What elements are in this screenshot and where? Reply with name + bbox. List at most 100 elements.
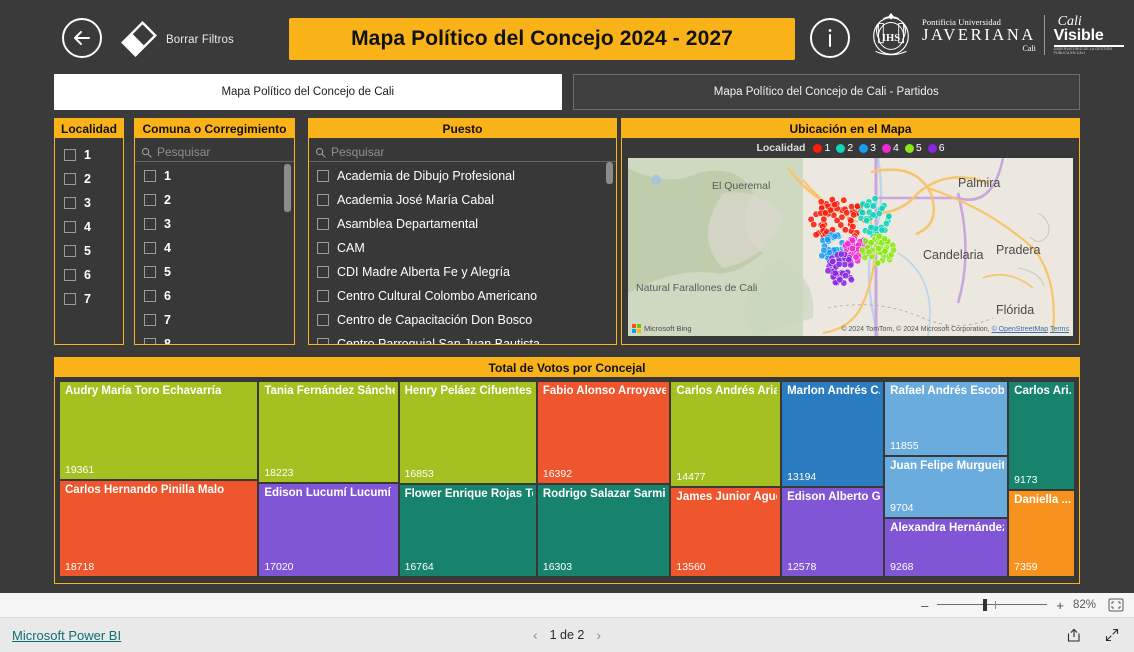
treemap-tile[interactable]: Carlos Andrés Aria... 14477 (671, 382, 781, 486)
map-attribution-text: © 2024 TomTom, © 2024 Microsoft Corporat… (841, 326, 990, 333)
slicer-puesto-body: Pesquisar Academia de Dibujo Profesional… (309, 138, 616, 344)
treemap-tile[interactable]: Henry Peláez Cifuentes 16853 (399, 382, 536, 483)
slicer-puesto-list[interactable]: Academia de Dibujo Profesional Academia J… (309, 164, 616, 344)
zoom-slider-thumb[interactable] (983, 599, 988, 611)
map-legend-item[interactable]: 5 (904, 142, 922, 154)
checkbox-icon[interactable] (64, 149, 76, 161)
checkbox-icon[interactable] (317, 266, 329, 278)
slicer-localidad-list[interactable]: 1 2 3 4 5 6 7 (55, 138, 123, 344)
localidad-item[interactable]: 5 (55, 239, 123, 263)
comuna-item[interactable]: 3 (135, 212, 294, 236)
checkbox-icon[interactable] (144, 338, 156, 344)
puesto-item[interactable]: Asamblea Departamental (309, 212, 616, 236)
checkbox-icon[interactable] (64, 245, 76, 257)
map-legend-item[interactable]: 3 (859, 142, 876, 154)
comuna-item[interactable]: 5 (135, 260, 294, 284)
treemap-tile[interactable]: James Junior Agud... 13560 (671, 488, 781, 576)
chevron-left-icon[interactable]: ‹ (533, 627, 538, 643)
puesto-item[interactable]: Academia de Dibujo Profesional (309, 164, 616, 188)
checkbox-icon[interactable] (144, 290, 156, 302)
comuna-item[interactable]: 1 (135, 164, 294, 188)
puesto-scrollbar-thumb[interactable] (606, 162, 613, 184)
checkbox-icon[interactable] (144, 218, 156, 230)
puesto-item[interactable]: Centro Cultural Colombo Americano (309, 284, 616, 308)
checkbox-icon[interactable] (64, 269, 76, 281)
chevron-right-icon[interactable]: › (596, 627, 601, 643)
treemap-tile[interactable]: Juan Felipe Murgueit... 9704 (885, 457, 1008, 517)
terms-link[interactable]: Terms (1050, 326, 1069, 333)
back-arrow-icon[interactable] (62, 18, 102, 58)
treemap-tile[interactable]: Carlos Ari... 9173 (1009, 382, 1074, 489)
slicer-comuna-list[interactable]: 1 2 3 4 5 6 7 8 (135, 164, 294, 344)
treemap-tile[interactable]: Flower Enrique Rojas To... 16764 (399, 485, 536, 576)
puesto-item[interactable]: Academia José María Cabal (309, 188, 616, 212)
zoom-slider[interactable] (937, 599, 1048, 611)
treemap-tile[interactable]: Tania Fernández Sánchez 18223 (259, 382, 398, 482)
map-legend-item[interactable]: 1 (813, 142, 830, 154)
checkbox-icon[interactable] (144, 242, 156, 254)
localidad-item[interactable]: 3 (55, 191, 123, 215)
openstreetmap-link[interactable]: © OpenStreetMap (992, 326, 1049, 333)
comuna-item[interactable]: 7 (135, 308, 294, 332)
checkbox-icon[interactable] (317, 314, 329, 326)
puesto-item[interactable]: Centro Parroquial San Juan Bautista (309, 332, 616, 344)
localidad-item[interactable]: 7 (55, 287, 123, 311)
map-legend-item[interactable]: 2 (836, 142, 853, 154)
comuna-item[interactable]: 2 (135, 188, 294, 212)
checkbox-icon[interactable] (317, 218, 329, 230)
treemap-tile[interactable]: Edison Alberto Gi... 12578 (782, 488, 884, 576)
checkbox-icon[interactable] (144, 314, 156, 326)
comuna-item[interactable]: 4 (135, 236, 294, 260)
checkbox-icon[interactable] (317, 170, 329, 182)
checkbox-icon[interactable] (317, 242, 329, 254)
checkbox-icon[interactable] (64, 197, 76, 209)
share-icon[interactable] (1066, 627, 1082, 643)
treemap-tile[interactable]: Rodrigo Salazar Sarmi... 16303 (537, 485, 670, 576)
checkbox-icon[interactable] (64, 221, 76, 233)
fullscreen-icon[interactable] (1104, 627, 1120, 643)
map-legend-item[interactable]: 4 (882, 142, 899, 154)
localidad-item[interactable]: 6 (55, 263, 123, 287)
localidad-item[interactable]: 4 (55, 215, 123, 239)
checkbox-icon[interactable] (64, 173, 76, 185)
puesto-search-input[interactable]: Pesquisar (309, 143, 616, 162)
treemap-tile[interactable]: Marlon Andrés C... 13194 (782, 382, 884, 486)
eraser-icon[interactable] (118, 18, 160, 60)
treemap-tile[interactable]: Alexandra Hernández... 9268 (885, 519, 1008, 576)
checkbox-icon[interactable] (64, 293, 76, 305)
treemap-tile[interactable]: Daniella ... 7359 (1009, 491, 1074, 576)
map-legend-item[interactable]: 6 (927, 142, 945, 154)
tab-mapa-politico-concejo-cali-partidos[interactable]: Mapa Político del Concejo de Cali - Part… (572, 74, 1080, 110)
clear-filters-label[interactable]: Borrar Filtros (166, 34, 234, 46)
treemap-tile[interactable]: Fabio Alonso Arroyave ... 16392 (537, 382, 670, 483)
checkbox-icon[interactable] (317, 194, 329, 206)
comuna-item[interactable]: 8 (135, 332, 294, 344)
treemap-tile[interactable]: Audry María Toro Echavarría 19361 (60, 382, 258, 479)
treemap-tile[interactable]: Rafael Andrés Escoba... 11855 (885, 382, 1008, 455)
legend-label: 4 (893, 142, 899, 154)
comuna-item-label: 6 (164, 289, 171, 303)
puesto-item[interactable]: CDI Madre Alberta Fe y Alegría (309, 260, 616, 284)
zoom-in-button[interactable]: + (1056, 598, 1064, 613)
tab-mapa-politico-concejo-cali[interactable]: Mapa Político del Concejo de Cali (54, 74, 562, 110)
checkbox-icon[interactable] (144, 170, 156, 182)
checkbox-icon[interactable] (144, 266, 156, 278)
comuna-search-input[interactable]: Pesquisar (135, 143, 294, 162)
treemap-tile-label: Henry Peláez Cifuentes (404, 385, 532, 397)
localidad-item[interactable]: 2 (55, 167, 123, 191)
comuna-item[interactable]: 6 (135, 284, 294, 308)
checkbox-icon[interactable] (317, 290, 329, 302)
comuna-scrollbar-thumb[interactable] (284, 164, 291, 212)
checkbox-icon[interactable] (144, 194, 156, 206)
checkbox-icon[interactable] (317, 338, 329, 344)
treemap-tile[interactable]: Carlos Hernando Pinilla Malo 18718 (60, 481, 258, 576)
puesto-item[interactable]: Centro de Capacitación Don Bosco (309, 308, 616, 332)
info-icon[interactable] (810, 18, 850, 58)
microsoft-power-bi-link[interactable]: Microsoft Power BI (12, 628, 121, 643)
localidad-item[interactable]: 1 (55, 143, 123, 167)
map-canvas[interactable]: El Queremal Palmira Candelaria Pradera F… (628, 158, 1073, 336)
treemap-tile[interactable]: Edison Lucumí Lucumí 17020 (259, 484, 398, 576)
puesto-item[interactable]: CAM (309, 236, 616, 260)
zoom-out-button[interactable]: – (921, 598, 928, 613)
fit-to-page-icon[interactable] (1108, 598, 1124, 612)
